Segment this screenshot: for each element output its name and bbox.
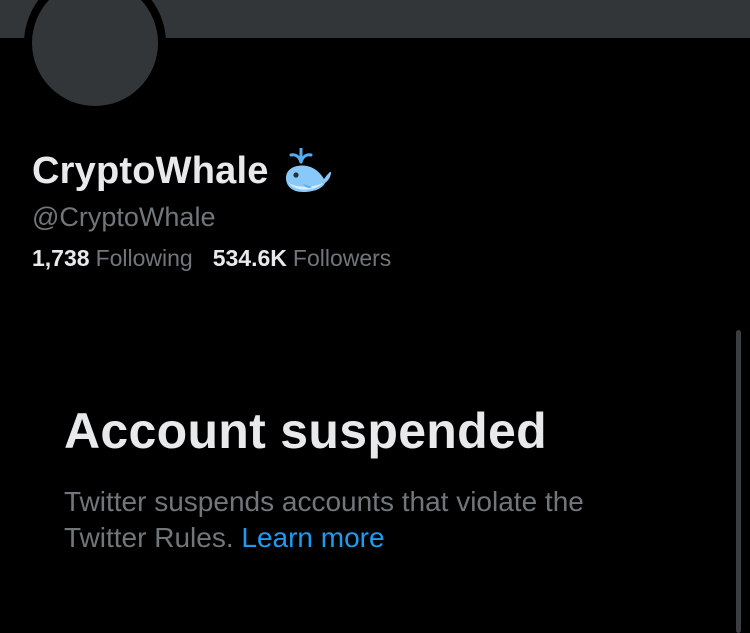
suspension-title: Account suspended (64, 403, 547, 459)
followers-label: Followers (292, 245, 392, 271)
followers-stat[interactable]: 534.6K Followers (213, 245, 392, 272)
profile-handle: @CryptoWhale (32, 202, 216, 232)
display-name: CryptoWhale (32, 149, 269, 192)
scrollbar[interactable] (736, 330, 741, 633)
spouting-whale-icon (285, 148, 331, 192)
follow-stats: 1,738 Following 534.6K Followers (32, 245, 391, 272)
following-label: Following (95, 245, 193, 271)
learn-more-link[interactable]: Learn more (241, 522, 384, 553)
following-count: 1,738 (32, 245, 90, 271)
following-stat[interactable]: 1,738 Following (32, 245, 193, 272)
suspension-message: Twitter suspends accounts that violate t… (64, 484, 664, 556)
display-name-row: CryptoWhale (32, 146, 333, 196)
followers-count: 534.6K (212, 245, 287, 271)
